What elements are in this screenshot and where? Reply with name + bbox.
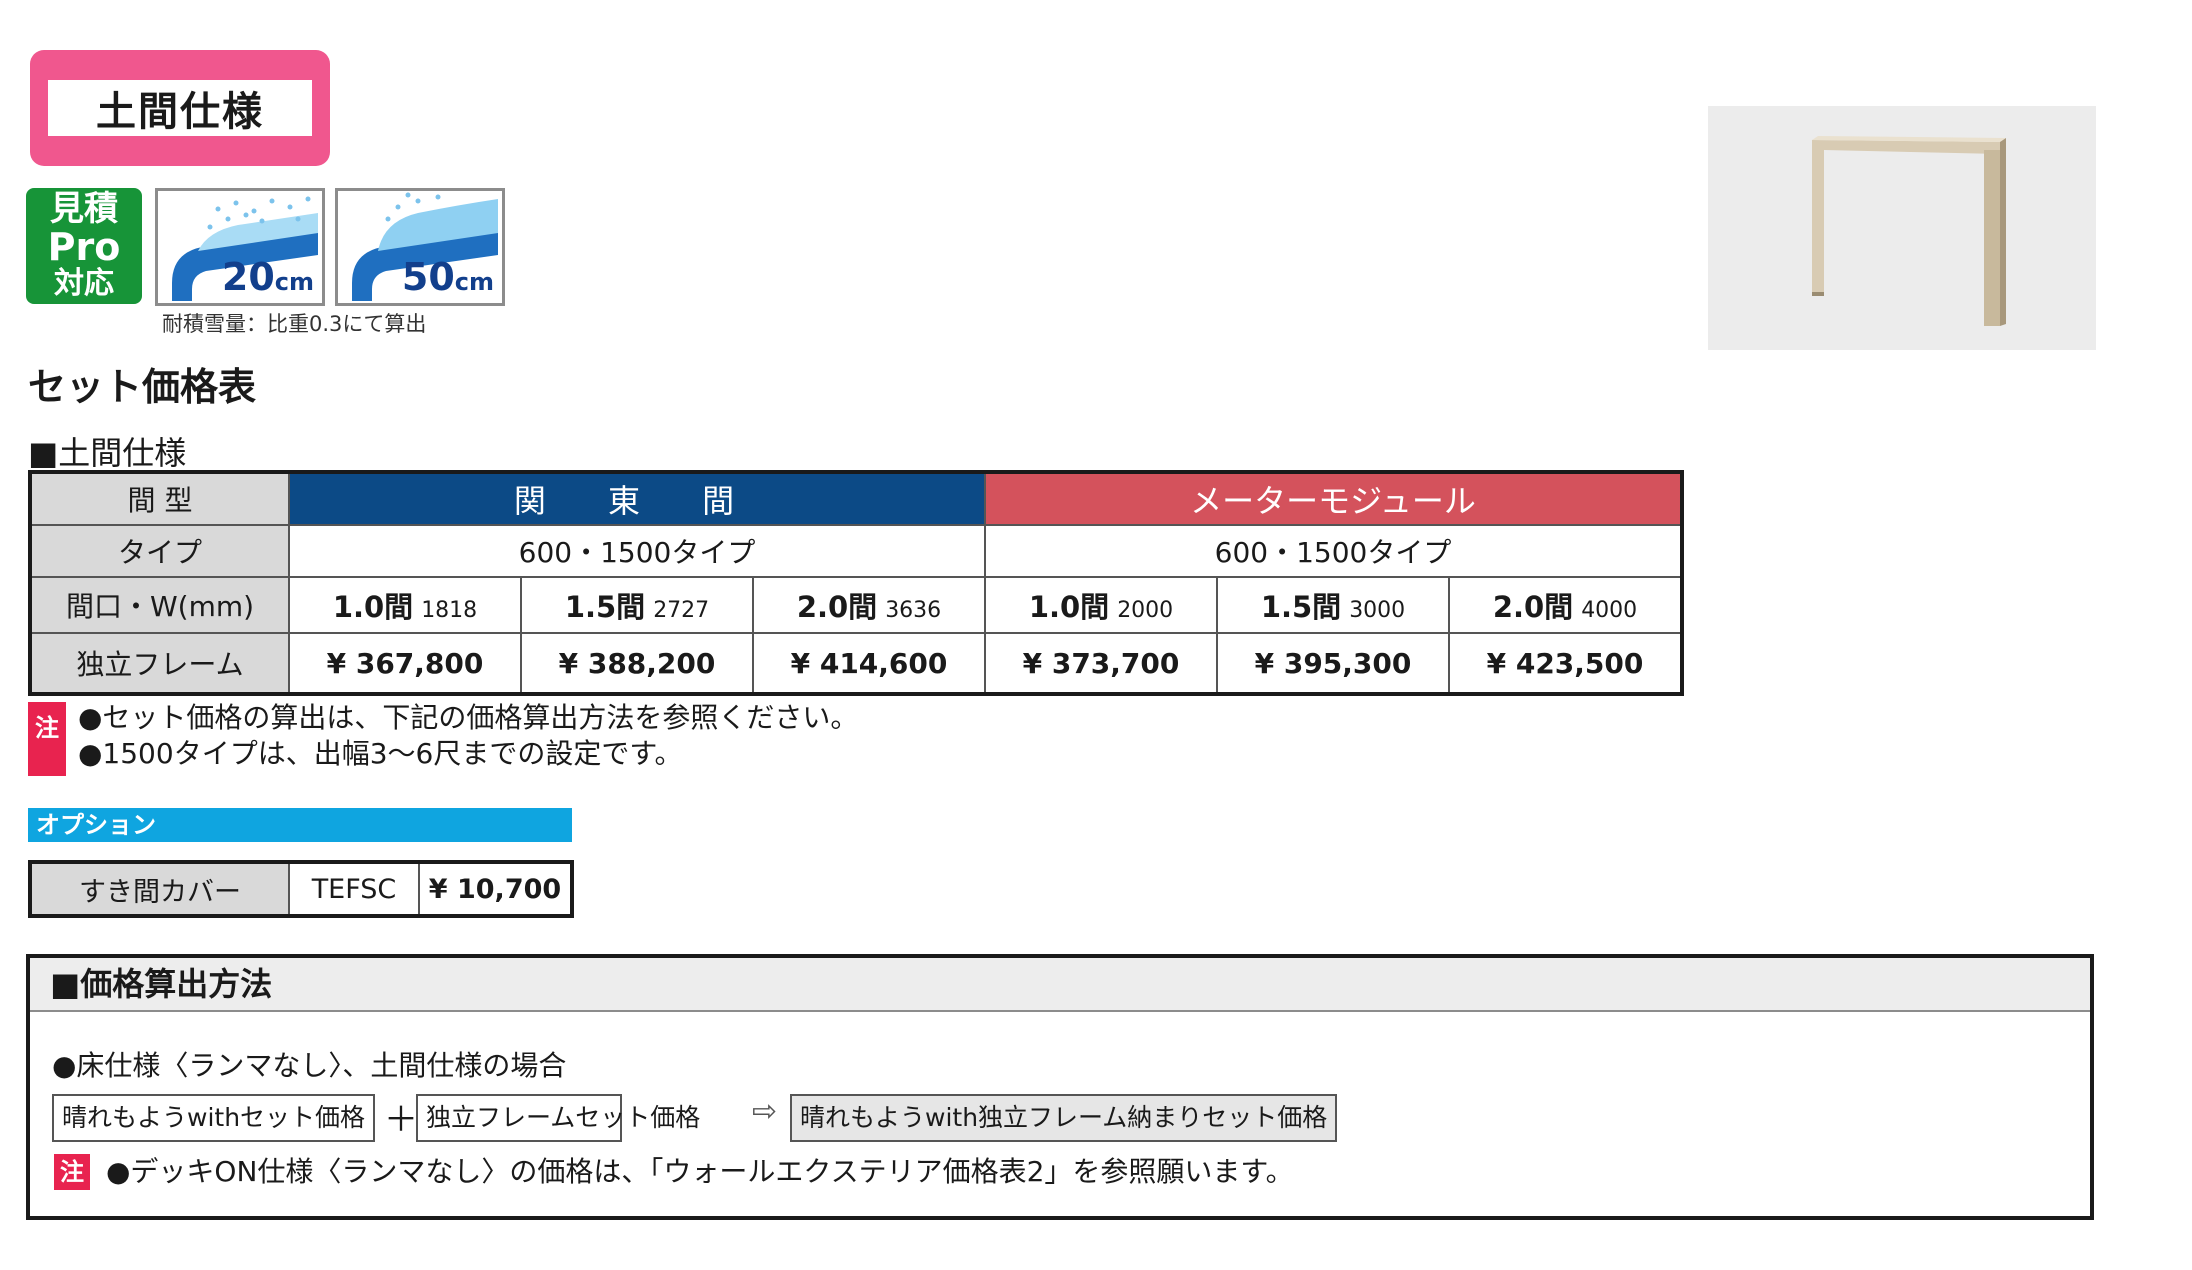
page-title: 土間仕様 (48, 80, 312, 136)
table-row: 間口・W(mm) 1.0間 1818 1.5間 2727 2.0間 3636 1.0間… (29, 576, 1683, 634)
snow-load-value-50: 50cm (401, 255, 494, 299)
meter-type: 600・1500タイプ (984, 524, 1683, 578)
note-badge: 注 (54, 1154, 90, 1190)
badge-pro-line2: Pro (47, 225, 121, 270)
group-meter-header: メーターモジュール (984, 471, 1683, 526)
formula-box-b: 独立フレームセット価格 (416, 1094, 700, 1142)
option-table: すき間カバー TEFSC ¥ 10,700 (28, 860, 574, 918)
note-line: ●1500タイプは、出幅3〜6尺までの設定です。 (78, 737, 683, 770)
price-calculation-box: ■価格算出方法 ●床仕様〈ランマなし〉、土間仕様の場合 晴れもようwithセット… (26, 954, 2094, 1220)
option-code: TEFSC (288, 861, 420, 917)
notes: ●セット価格の算出は、下記の価格算出方法を参照ください。 ●1500タイプは、出… (78, 700, 858, 772)
size-cell: 1.5間 2727 (520, 576, 754, 634)
row-label-type: タイプ (29, 524, 290, 578)
note-badge: 注 (28, 702, 66, 776)
size-cell: 1.0間 1818 (288, 576, 522, 634)
size-cell: 2.0間 4000 (1448, 576, 1683, 634)
section-title: セット価格表 (28, 365, 257, 409)
formula-box-result: 晴れもようwith独立フレーム納まりセット価格 (790, 1094, 1338, 1142)
table-row: すき間カバー TEFSC ¥ 10,700 (29, 861, 573, 917)
snow-load-note: 耐積雪量：比重0.3にて算出 (162, 312, 427, 336)
table-row: 独立フレーム ¥ 367,800 ¥ 388,200 ¥ 414,600 ¥ 3… (29, 632, 1683, 695)
badge-pro-line3: 対応 (54, 266, 114, 302)
table-row: タイプ 600・1500タイプ 600・1500タイプ (29, 524, 1683, 578)
arrow-icon: ⇨ (752, 1094, 778, 1129)
mitsumori-pro-badge: 見積 Pro 対応 (26, 188, 142, 304)
price-cell: ¥ 373,700 (984, 632, 1218, 695)
price-table: 間 型 関 東 間 メーターモジュール タイプ 600・1500タイプ 600・… (28, 470, 1684, 696)
sub-title: ■土間仕様 (28, 434, 187, 472)
price-cell: ¥ 388,200 (520, 632, 754, 695)
price-cell: ¥ 423,500 (1448, 632, 1683, 695)
size-cell: 2.0間 3636 (752, 576, 986, 634)
row-label-madori: 間 型 (29, 471, 290, 526)
calc-note: ●デッキON仕様〈ランマなし〉の価格は、「ウォールエクステリア価格表2」を参照願… (106, 1155, 1294, 1188)
table-row: 間 型 関 東 間 メーターモジュール (29, 471, 1683, 526)
group-kanto-header: 関 東 間 (288, 471, 986, 526)
product-photo (1708, 106, 2096, 350)
price-cell: ¥ 414,600 (752, 632, 986, 695)
price-cell: ¥ 367,800 (288, 632, 522, 695)
row-label-frame: 独立フレーム (29, 632, 290, 695)
badge-pro-line1: 見積 (50, 189, 118, 230)
snow-load-badge-50: 50cm (335, 188, 505, 306)
calc-case: ●床仕様〈ランマなし〉、土間仕様の場合 (52, 1049, 567, 1082)
note-line: ●セット価格の算出は、下記の価格算出方法を参照ください。 (78, 701, 859, 734)
size-cell: 1.0間 2000 (984, 576, 1218, 634)
option-price: ¥ 10,700 (418, 861, 573, 917)
kanto-type: 600・1500タイプ (288, 524, 986, 578)
plus-sign: ＋ (384, 1100, 418, 1140)
snow-load-value-20: 20cm (221, 255, 314, 299)
price-cell: ¥ 395,300 (1216, 632, 1450, 695)
option-name: すき間カバー (29, 861, 290, 917)
snow-load-badge-20: 20cm (155, 188, 325, 306)
formula-box-a: 晴れもようwithセット価格 (52, 1094, 376, 1142)
option-header: オプション (28, 808, 572, 842)
calc-title: ■価格算出方法 (30, 958, 2090, 1012)
title-tag: 土間仕様 (30, 50, 330, 166)
row-label-width: 間口・W(mm) (29, 576, 290, 634)
frame-product-image (1812, 136, 2006, 326)
size-cell: 1.5間 3000 (1216, 576, 1450, 634)
